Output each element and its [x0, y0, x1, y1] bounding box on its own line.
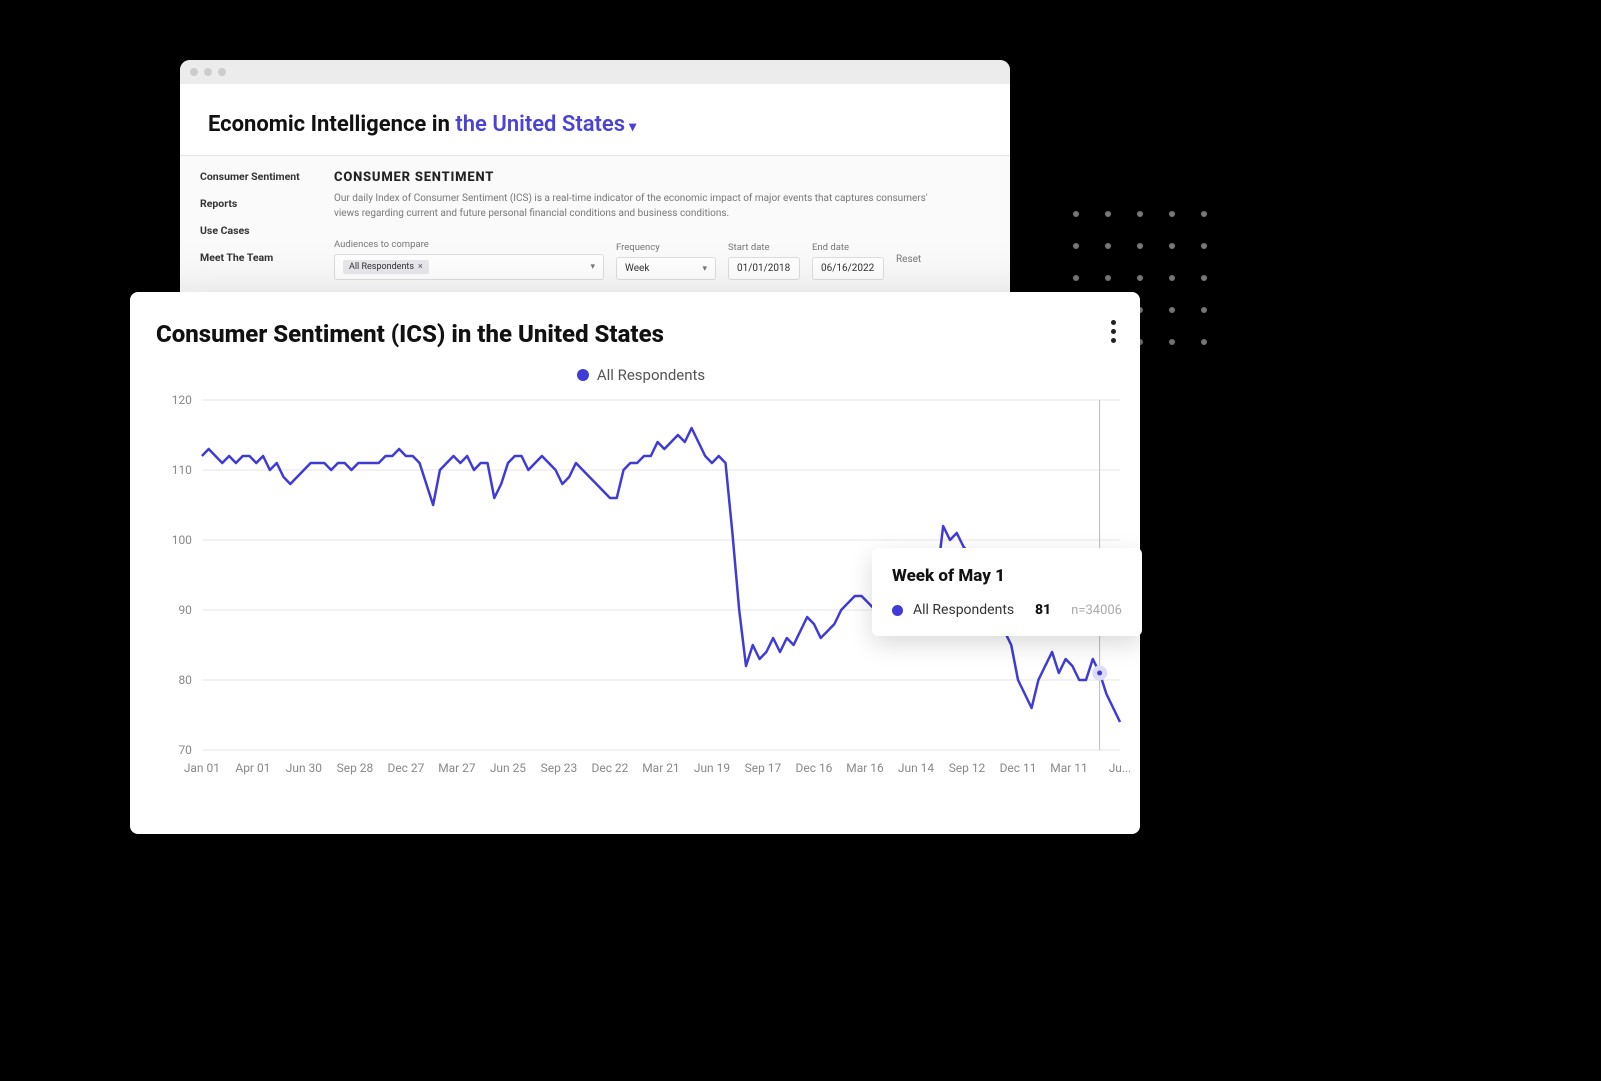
sidebar-item-consumer-sentiment[interactable]: Consumer Sentiment — [200, 170, 310, 183]
audiences-dropdown[interactable]: All Respondents × ▾ — [334, 254, 604, 280]
chip-remove-icon[interactable]: × — [418, 262, 423, 272]
frequency-dropdown[interactable]: Week ▾ — [616, 257, 716, 280]
svg-text:100: 100 — [172, 533, 192, 547]
region-dropdown[interactable]: the United States — [455, 112, 625, 137]
page-title: Economic Intelligence in the United Stat… — [208, 112, 982, 137]
section-description: Our daily Index of Consumer Sentiment (I… — [334, 191, 954, 221]
frequency-label: Frequency — [616, 242, 716, 253]
end-date-label: End date — [812, 242, 884, 253]
svg-text:Sep 17: Sep 17 — [745, 761, 782, 775]
svg-text:Dec 22: Dec 22 — [592, 761, 629, 775]
tooltip-n: n=34006 — [1071, 603, 1122, 618]
section-title: CONSUMER SENTIMENT — [334, 170, 986, 185]
svg-text:Ju...: Ju... — [1109, 761, 1130, 775]
chart-title: Consumer Sentiment (ICS) in the United S… — [152, 320, 1130, 348]
svg-text:Apr 01: Apr 01 — [235, 761, 270, 775]
end-date-input[interactable]: 06/16/2022 — [812, 257, 884, 280]
start-date-input[interactable]: 01/01/2018 — [728, 257, 800, 280]
legend-swatch — [577, 369, 589, 381]
svg-text:Mar 21: Mar 21 — [642, 761, 679, 775]
title-prefix: Economic Intelligence in — [208, 112, 455, 137]
svg-text:Mar 16: Mar 16 — [846, 761, 884, 775]
svg-text:Jun 19: Jun 19 — [694, 761, 730, 775]
svg-text:Sep 12: Sep 12 — [949, 761, 986, 775]
tooltip-title: Week of May 1 — [892, 566, 1122, 586]
chart-tooltip: Week of May 1 All Respondents 81 n=34006 — [872, 548, 1142, 636]
reset-button[interactable]: Reset — [896, 254, 921, 265]
audiences-label: Audiences to compare — [334, 239, 604, 250]
start-date-label: Start date — [728, 242, 800, 253]
svg-text:Dec 27: Dec 27 — [387, 761, 424, 775]
tooltip-value: 81 — [1035, 602, 1051, 618]
tooltip-swatch — [892, 605, 903, 616]
svg-text:Jun 30: Jun 30 — [286, 761, 322, 775]
svg-text:Sep 23: Sep 23 — [541, 761, 578, 775]
window-chrome — [180, 60, 1010, 84]
sidebar-item-use-cases[interactable]: Use Cases — [200, 224, 310, 237]
svg-text:90: 90 — [178, 603, 192, 617]
filter-row: Audiences to compare All Respondents × ▾… — [334, 239, 986, 280]
svg-text:70: 70 — [178, 743, 192, 757]
chart-legend: All Respondents — [152, 366, 1130, 384]
chevron-down-icon[interactable]: ▾ — [629, 119, 636, 135]
svg-text:Jun 14: Jun 14 — [898, 761, 934, 775]
tooltip-series: All Respondents — [913, 602, 1025, 618]
frequency-value: Week — [625, 263, 649, 274]
svg-text:Jun 25: Jun 25 — [490, 761, 526, 775]
sidebar-item-reports[interactable]: Reports — [200, 197, 310, 210]
svg-text:Mar 11: Mar 11 — [1050, 761, 1087, 775]
audience-chip-text: All Respondents — [349, 262, 414, 272]
chart-card: Consumer Sentiment (ICS) in the United S… — [130, 292, 1140, 834]
plot-area[interactable]: 70 80 90 100 110 120 Jan 01 Apr 01 Jun 30 Sep 28… — [152, 390, 1130, 790]
svg-text:Dec 16: Dec 16 — [796, 761, 833, 775]
chevron-down-icon: ▾ — [590, 262, 595, 272]
svg-text:120: 120 — [172, 393, 192, 407]
svg-text:110: 110 — [172, 463, 192, 477]
sidebar-item-meet-the-team[interactable]: Meet The Team — [200, 251, 310, 264]
sidebar: Consumer Sentiment Reports Use Cases Mee… — [180, 156, 310, 294]
svg-text:Dec 11: Dec 11 — [1000, 761, 1037, 775]
chevron-down-icon: ▾ — [702, 264, 707, 274]
page-header: Economic Intelligence in the United Stat… — [180, 84, 1010, 156]
svg-text:Jan 01: Jan 01 — [184, 761, 220, 775]
svg-text:80: 80 — [178, 673, 192, 687]
svg-text:Sep 28: Sep 28 — [337, 761, 374, 775]
main-column: CONSUMER SENTIMENT Our daily Index of Co… — [310, 156, 1010, 294]
svg-text:Mar 27: Mar 27 — [438, 761, 476, 775]
more-menu-icon[interactable] — [1111, 320, 1116, 343]
legend-label: All Respondents — [597, 366, 705, 384]
audience-chip[interactable]: All Respondents × — [343, 260, 429, 274]
